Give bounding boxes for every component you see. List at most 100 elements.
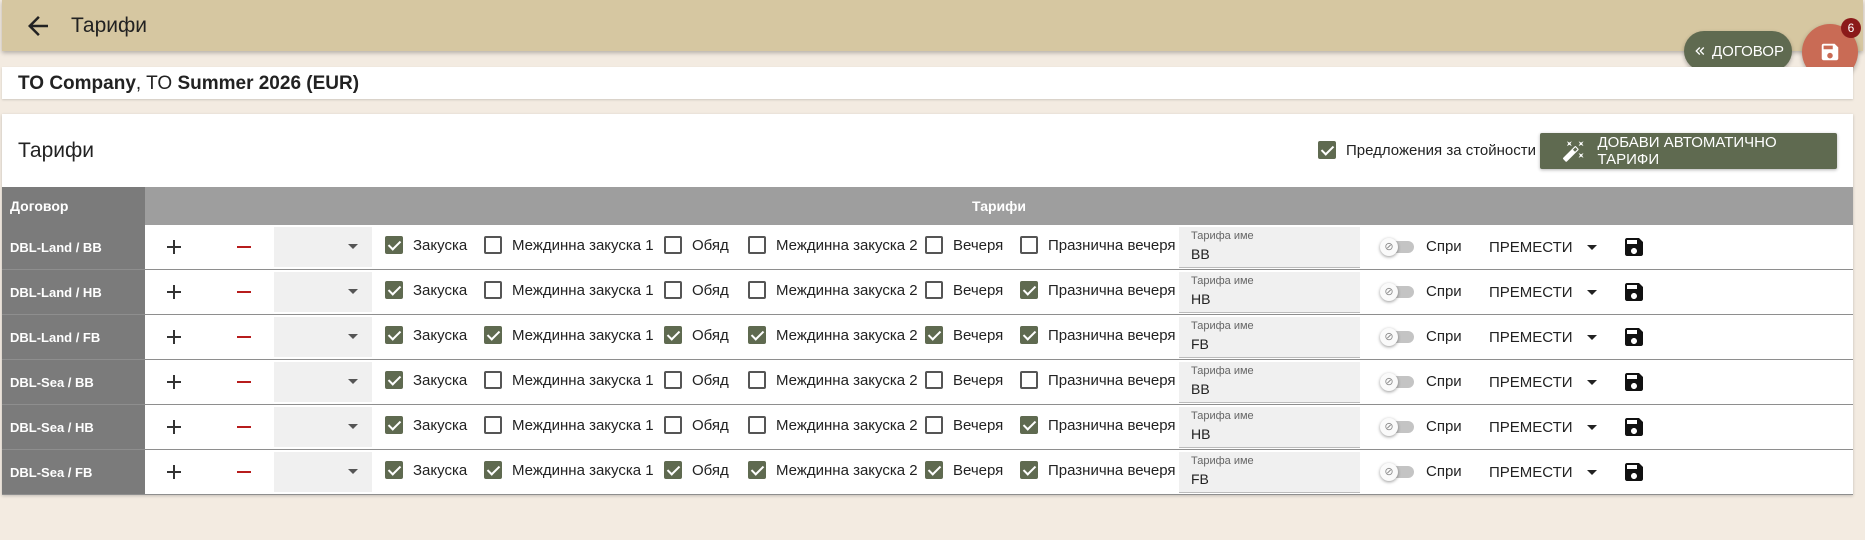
meal-checkbox[interactable]: Междинна закуска 2 [748,236,918,254]
remove-icon[interactable] [232,460,256,484]
remove-icon[interactable] [232,370,256,394]
add-icon[interactable] [162,415,186,439]
meal-checkbox[interactable]: Празнична вечеря [1020,416,1176,434]
rate-name-field[interactable]: Тарифа име FB [1179,317,1360,358]
rate-select[interactable] [274,272,372,312]
stop-toggle[interactable]: ⊘ [1380,328,1414,346]
meal-checkbox[interactable]: Обяд [664,371,729,389]
move-dropdown[interactable]: ПРЕМЕСТИ [1489,317,1604,357]
meal-checkbox-box[interactable] [748,461,766,479]
remove-icon[interactable] [232,415,256,439]
meal-checkbox[interactable]: Междинна закуска 1 [484,236,654,254]
meal-checkbox-box[interactable] [925,236,943,254]
meal-checkbox[interactable]: Междинна закуска 2 [748,326,918,344]
meal-checkbox[interactable]: Празнична вечеря [1020,371,1176,389]
save-row-icon[interactable] [1622,460,1646,484]
meal-checkbox[interactable]: Вечеря [925,371,1003,389]
meal-checkbox-box[interactable] [748,281,766,299]
meal-checkbox[interactable]: Празнична вечеря [1020,461,1176,479]
meal-checkbox-box[interactable] [925,416,943,434]
meal-checkbox[interactable]: Междинна закуска 1 [484,326,654,344]
meal-checkbox[interactable]: Междинна закуска 2 [748,461,918,479]
meal-checkbox-box[interactable] [664,461,682,479]
rate-select[interactable] [274,317,372,357]
add-icon[interactable] [162,235,186,259]
meal-checkbox-box[interactable] [748,371,766,389]
meal-checkbox[interactable]: Закуска [385,371,467,389]
meal-checkbox[interactable]: Междинна закуска 1 [484,281,654,299]
meal-checkbox[interactable]: Вечеря [925,461,1003,479]
meal-checkbox-box[interactable] [748,326,766,344]
remove-icon[interactable] [232,325,256,349]
stop-toggle[interactable]: ⊘ [1380,238,1414,256]
remove-icon[interactable] [232,280,256,304]
meal-checkbox[interactable]: Междинна закуска 2 [748,416,918,434]
rate-name-field[interactable]: Тарифа име BB [1179,227,1360,268]
move-dropdown[interactable]: ПРЕМЕСТИ [1489,272,1604,312]
meal-checkbox-box[interactable] [1020,236,1038,254]
meal-checkbox[interactable]: Закуска [385,416,467,434]
meal-checkbox-box[interactable] [664,281,682,299]
meal-checkbox-box[interactable] [748,416,766,434]
suggestions-checkbox-box[interactable] [1318,141,1336,159]
meal-checkbox[interactable]: Празнична вечеря [1020,281,1176,299]
meal-checkbox-box[interactable] [1020,461,1038,479]
meal-checkbox[interactable]: Междинна закуска 1 [484,461,654,479]
back-arrow-icon[interactable] [23,11,53,41]
stop-toggle[interactable]: ⊘ [1380,373,1414,391]
meal-checkbox-box[interactable] [484,371,502,389]
meal-checkbox[interactable]: Вечеря [925,326,1003,344]
meal-checkbox[interactable]: Вечеря [925,416,1003,434]
meal-checkbox-box[interactable] [1020,281,1038,299]
rate-select[interactable] [274,407,372,447]
meal-checkbox[interactable]: Закуска [385,461,467,479]
meal-checkbox-box[interactable] [385,371,403,389]
meal-checkbox-box[interactable] [385,416,403,434]
meal-checkbox[interactable]: Празнична вечеря [1020,236,1176,254]
add-icon[interactable] [162,460,186,484]
meal-checkbox[interactable]: Обяд [664,416,729,434]
meal-checkbox-box[interactable] [664,236,682,254]
suggestions-checkbox[interactable]: Предложения за стойности [1318,141,1536,159]
save-row-icon[interactable] [1622,370,1646,394]
remove-icon[interactable] [232,235,256,259]
meal-checkbox-box[interactable] [664,416,682,434]
save-row-icon[interactable] [1622,415,1646,439]
meal-checkbox-box[interactable] [484,326,502,344]
meal-checkbox-box[interactable] [484,281,502,299]
meal-checkbox-box[interactable] [748,236,766,254]
save-row-icon[interactable] [1622,325,1646,349]
meal-checkbox-box[interactable] [484,236,502,254]
meal-checkbox[interactable]: Празнична вечеря [1020,326,1176,344]
rate-select[interactable] [274,362,372,402]
meal-checkbox-box[interactable] [1020,416,1038,434]
save-row-icon[interactable] [1622,280,1646,304]
meal-checkbox-box[interactable] [385,326,403,344]
meal-checkbox-box[interactable] [484,416,502,434]
meal-checkbox[interactable]: Вечеря [925,236,1003,254]
rate-select[interactable] [274,227,372,267]
move-dropdown[interactable]: ПРЕМЕСТИ [1489,362,1604,402]
stop-toggle[interactable]: ⊘ [1380,418,1414,436]
meal-checkbox[interactable]: Обяд [664,281,729,299]
meal-checkbox[interactable]: Междинна закуска 2 [748,371,918,389]
stop-toggle[interactable]: ⊘ [1380,463,1414,481]
save-row-icon[interactable] [1622,235,1646,259]
meal-checkbox[interactable]: Закуска [385,326,467,344]
add-icon[interactable] [162,280,186,304]
rate-name-field[interactable]: Тарифа име HB [1179,407,1360,448]
meal-checkbox-box[interactable] [1020,371,1038,389]
meal-checkbox-box[interactable] [925,461,943,479]
meal-checkbox-box[interactable] [385,281,403,299]
meal-checkbox[interactable]: Закуска [385,236,467,254]
meal-checkbox-box[interactable] [385,236,403,254]
meal-checkbox[interactable]: Закуска [385,281,467,299]
rate-select[interactable] [274,452,372,492]
contract-button[interactable]: ДОГОВОР [1684,31,1792,71]
meal-checkbox-box[interactable] [1020,326,1038,344]
move-dropdown[interactable]: ПРЕМЕСТИ [1489,452,1604,492]
meal-checkbox[interactable]: Междинна закуска 1 [484,371,654,389]
move-dropdown[interactable]: ПРЕМЕСТИ [1489,227,1604,267]
rate-name-field[interactable]: Тарифа име HB [1179,272,1360,313]
rate-name-field[interactable]: Тарифа име BB [1179,362,1360,403]
